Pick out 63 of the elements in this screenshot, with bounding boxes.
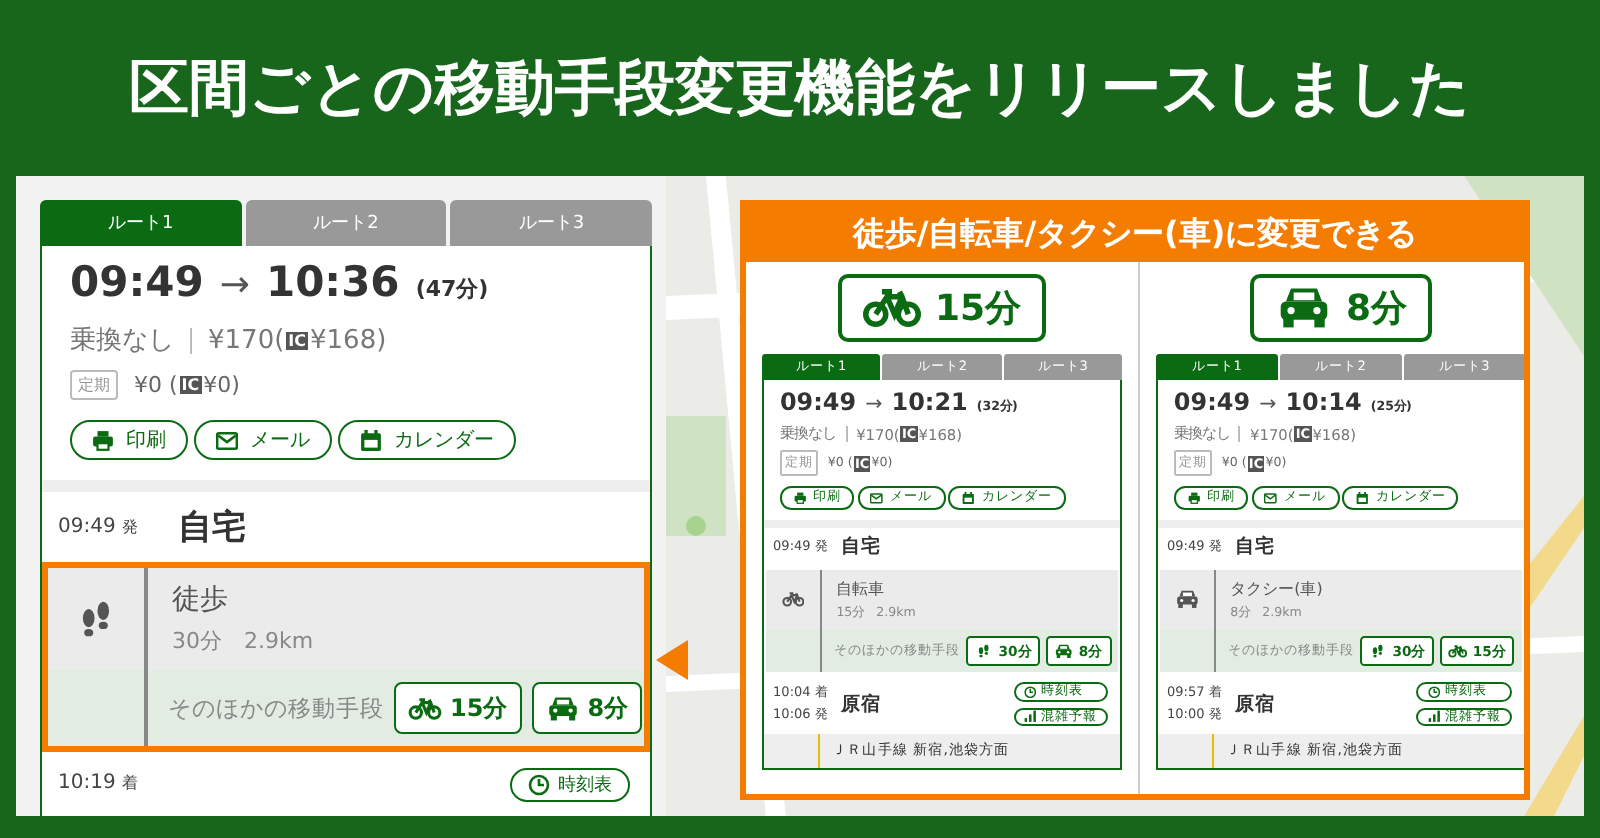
pass-fare: ¥0 ( <box>134 372 178 398</box>
calendar-icon <box>962 491 975 505</box>
stop-time: 09:49 発 <box>58 513 141 541</box>
stop-name: 自宅 <box>841 534 884 561</box>
car-icon <box>1175 588 1199 611</box>
bar-chart-icon <box>1427 710 1441 724</box>
calendar-icon <box>1356 491 1369 505</box>
bicycle-icon <box>781 588 805 611</box>
bicycle-icon <box>1448 643 1469 659</box>
bar-chart-icon <box>1024 710 1037 724</box>
ic-fare: ¥0) <box>203 372 240 398</box>
fare: ¥170( <box>208 325 285 355</box>
timetable-button[interactable]: 時刻表 <box>510 767 630 801</box>
stop-time: 10:19 着 <box>58 770 141 798</box>
mail-button[interactable]: メール <box>194 420 332 460</box>
arrival-time: 10:21 <box>891 387 968 416</box>
envelope-icon <box>1264 491 1278 505</box>
clock-icon <box>1427 685 1441 699</box>
footprints-icon <box>974 643 994 659</box>
departure-time: 09:49 <box>779 387 857 416</box>
badge-label: 8分 <box>1346 286 1408 332</box>
transfer-count: 乗換なし <box>70 324 174 358</box>
arrow-glyph: → <box>1259 391 1277 416</box>
car-icon <box>545 695 580 721</box>
route-tab[interactable]: ルート1 <box>40 200 242 246</box>
clock-icon <box>528 773 550 795</box>
ic-badge: IC <box>179 376 202 394</box>
footprints-icon <box>1368 643 1388 659</box>
print-button[interactable]: 印刷 <box>70 420 188 460</box>
segment-detail: 30分 2.9km <box>172 626 314 656</box>
pass-tag: 定期 <box>70 370 118 400</box>
calendar-button[interactable]: カレンダー <box>338 420 516 460</box>
stop-name: 自宅 <box>178 506 248 550</box>
bicycle-icon <box>408 695 442 721</box>
stop-name: 原宿 <box>1235 691 1278 718</box>
headline: 区間ごとの移動手段変更機能をリリースしました <box>129 51 1471 127</box>
stop-name: 原宿 <box>841 691 884 718</box>
arrow-icon <box>656 640 688 680</box>
arrow-glyph: → <box>219 264 250 306</box>
departure-time: 09:49 <box>1173 387 1251 416</box>
transport-mode: 徒歩 <box>172 582 230 618</box>
callout-title: 徒歩/自転車/タクシー(車)に変更できる <box>746 206 1524 262</box>
envelope-icon <box>216 429 238 451</box>
printer-icon <box>793 491 806 505</box>
car-icon <box>1054 643 1075 659</box>
ic-fare: ¥168) <box>310 325 387 355</box>
alternative-button[interactable]: 8分 <box>531 682 643 734</box>
printer-icon <box>1187 491 1200 505</box>
arrival-time: 10:36 <box>265 258 400 306</box>
duration: (47分) <box>415 274 489 304</box>
arrival-time: 10:14 <box>1285 387 1362 416</box>
alternatives-label: そのほかの移動手段 <box>168 693 384 723</box>
envelope-icon <box>870 491 884 505</box>
badge-label: 15分 <box>934 286 1021 332</box>
clock-icon <box>1024 685 1037 699</box>
arrow-glyph: → <box>865 391 883 416</box>
departure-time: 09:49 <box>70 258 204 306</box>
calendar-icon <box>360 429 382 451</box>
alternative-button[interactable]: 15分 <box>394 682 522 734</box>
bicycle-icon <box>862 286 923 330</box>
stop-name: 自宅 <box>1235 534 1278 561</box>
ic-badge: IC <box>286 331 309 349</box>
printer-icon <box>92 429 114 451</box>
